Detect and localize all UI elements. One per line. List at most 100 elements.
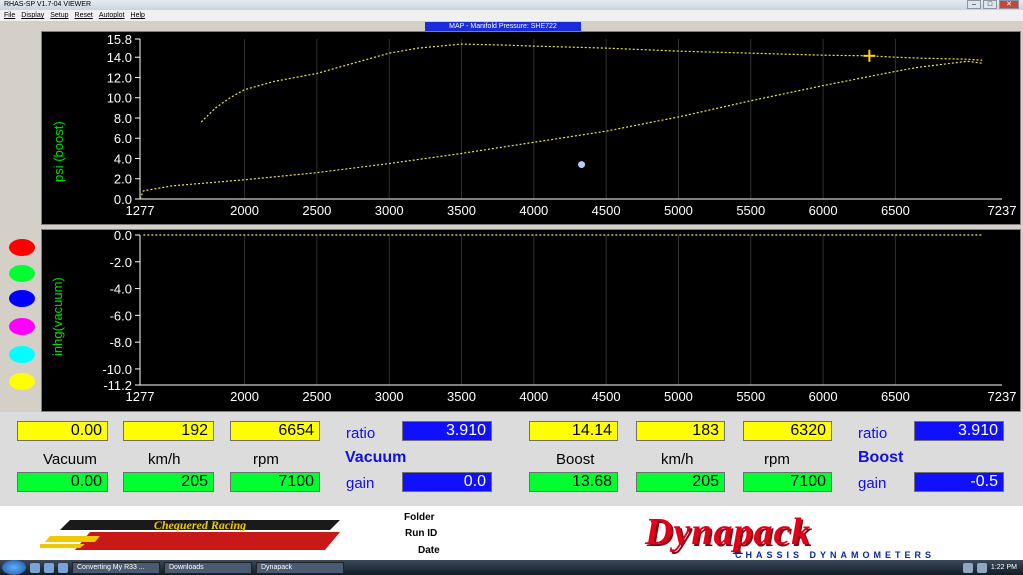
boost-gain-label: gain (858, 475, 887, 492)
vacuum-header: Vacuum (43, 451, 97, 468)
volume-icon[interactable] (976, 562, 987, 573)
y-tick-label: 12.0 (107, 70, 132, 85)
vacuum-gain-value[interactable]: 0.0 (402, 472, 492, 492)
series-line-0-1 (139, 60, 983, 200)
brand-name: Dynapack (645, 511, 812, 553)
vacuum-plot[interactable]: 1277 2000 2500 3000 3500 4000 4500 5000 5500 6000… (41, 229, 1021, 412)
boost-header: Boost (556, 451, 595, 468)
x-tick-label: 6500 (881, 389, 910, 404)
x-tick-label: 5000 (664, 389, 693, 404)
taskbar: Converting My R33 ... Downloads Dynapack… (0, 560, 1023, 575)
taskbar-item-downloads[interactable]: Downloads (164, 561, 252, 574)
x-tick-label: 6500 (881, 203, 910, 218)
x-tick-label: 6000 (809, 389, 838, 404)
y-tick-label: 8.0 (114, 111, 132, 126)
run-id-label: Run ID (405, 528, 438, 539)
boost-plot[interactable]: 1277 2000 2500 3000 3500 4000 4500 5000 5500 6000… (41, 31, 1021, 225)
boost-peak-speed: 205 (636, 472, 725, 492)
vacuum-y-label: inhg(vacuum) (50, 277, 65, 356)
y-tick-label: 10.0 (107, 91, 132, 106)
boost-peak-value: 13.68 (529, 472, 618, 492)
x-tick-label: 4000 (519, 203, 548, 218)
readout-panel: 0.00 192 6654 ratio 3.910 Vacuum km/h rp… (0, 412, 1023, 506)
minimize-button[interactable]: – (967, 0, 981, 9)
kmh-header-left: km/h (148, 451, 181, 468)
vacuum-gain-label: gain (346, 475, 375, 492)
x-tick-label: 4500 (592, 203, 621, 218)
boost-peak-rpm: 7100 (743, 472, 832, 492)
x-tick-label: 3500 (447, 203, 476, 218)
brand-subtitle: CHASSIS DYNAMOMETERS (735, 550, 936, 560)
menu-setup[interactable]: Setup (50, 10, 68, 21)
vacuum-ratio-value[interactable]: 3.910 (402, 421, 492, 441)
window-title: RHAS-SP V1.7-04 VIEWER (4, 1, 92, 8)
x-tick-label: 3000 (375, 203, 404, 218)
point-marker (578, 161, 586, 169)
boost-ratio-value[interactable]: 3.910 (914, 421, 1004, 441)
dynapack-logo: Dynapack CHASSIS DYNAMOMETERS (645, 512, 935, 560)
y-tick-label: -11.2 (103, 378, 132, 393)
menu-help[interactable]: Help (131, 10, 145, 21)
network-icon[interactable] (962, 562, 973, 573)
y-tick-label: -10.0 (102, 362, 132, 377)
x-tick-label: 5000 (664, 203, 693, 218)
date-label: Date (418, 545, 440, 556)
chequered-racing-logo: Chequered Racing (40, 518, 340, 550)
clock: 1:22 PM (990, 564, 1017, 571)
x-tick-label: 5500 (736, 389, 765, 404)
boost-mode-label: Boost (858, 449, 904, 466)
menu-autoplot[interactable]: Autoplot (99, 10, 125, 21)
vacuum-mode-label: Vacuum (345, 449, 407, 466)
x-tick-label: 2000 (230, 203, 259, 218)
report-footer: Chequered Racing Folder Run ID Date Dyna… (0, 506, 1023, 560)
y-tick-label: -4.0 (110, 282, 132, 297)
y-tick-label: 0.0 (114, 230, 132, 243)
boost-gain-value[interactable]: -0.5 (914, 472, 1004, 492)
blue-channel-dot[interactable] (9, 290, 35, 307)
y-tick-label: 15.8 (107, 32, 132, 47)
menu-display[interactable]: Display (21, 10, 44, 21)
y-tick-label: -2.0 (110, 255, 132, 270)
taskbar-item-browser[interactable]: Converting My R33 ... (72, 561, 160, 574)
plot-title: MAP - Manifold Pressure: SHE722 (425, 22, 581, 31)
menu-bar: File Display Setup Reset Autoplot Help (0, 10, 1023, 21)
magenta-channel-dot[interactable] (9, 318, 35, 335)
show-desktop-icon[interactable] (30, 562, 40, 573)
ie-icon[interactable] (44, 562, 54, 573)
vacuum-peak-speed: 205 (123, 472, 214, 492)
yellow-channel-dot[interactable] (9, 373, 35, 390)
vacuum-ratio-label: ratio (346, 425, 376, 442)
rpm-header-left: rpm (253, 451, 279, 468)
close-button[interactable]: ✕ (999, 0, 1019, 9)
maximize-button[interactable]: □ (983, 0, 997, 9)
taskbar-item-dynapack[interactable]: Dynapack (256, 561, 344, 574)
x-tick-label: 2000 (230, 389, 259, 404)
boost-cursor-speed: 183 (636, 421, 725, 441)
vacuum-cursor-speed: 192 (123, 421, 214, 441)
vacuum-peak-value: 0.00 (17, 472, 108, 492)
x-tick-label: 4000 (519, 389, 548, 404)
vacuum-cursor-rpm: 6654 (230, 421, 320, 441)
y-tick-label: 14.0 (107, 50, 132, 65)
logo-text: Chequered Racing (154, 518, 246, 532)
x-tick-label: 3500 (447, 389, 476, 404)
y-tick-label: 4.0 (114, 151, 132, 166)
x-tick-label: 3000 (375, 389, 404, 404)
y-tick-label: 2.0 (114, 172, 132, 187)
system-tray: 1:22 PM (962, 562, 1023, 573)
boost-cursor-rpm: 6320 (743, 421, 832, 441)
x-tick-label: 2500 (302, 389, 331, 404)
x-tick-label: 4500 (592, 389, 621, 404)
x-tick-label: 5500 (736, 203, 765, 218)
red-channel-dot[interactable] (9, 239, 35, 256)
rpm-header-right: rpm (764, 451, 790, 468)
x-tick-label: 7237 (988, 389, 1017, 404)
green-channel-dot[interactable] (9, 265, 35, 282)
boost-y-label: psi (boost) (51, 121, 66, 182)
cyan-channel-dot[interactable] (9, 346, 35, 363)
menu-file[interactable]: File (4, 10, 15, 21)
start-button[interactable] (2, 560, 26, 575)
firefox-icon[interactable] (58, 562, 68, 573)
menu-reset[interactable]: Reset (75, 10, 93, 21)
boost-ratio-label: ratio (858, 425, 888, 442)
